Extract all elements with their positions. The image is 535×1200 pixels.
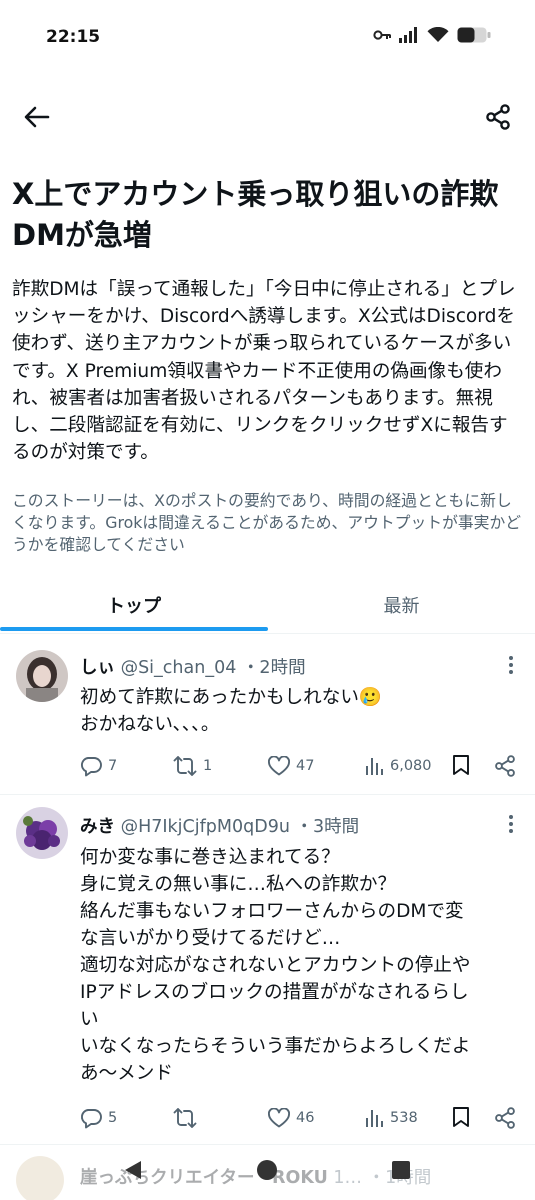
username[interactable]: @H7IkjCjfpM0qD9u (121, 817, 290, 837)
reply-button[interactable]: 7 (80, 752, 117, 780)
views-button[interactable]: 6,080 (364, 752, 432, 780)
arrow-left-icon (24, 106, 50, 128)
battery-icon (457, 27, 491, 43)
post-text-line: 絡んだ事もないフォロワーさんからのDMで変 (80, 901, 464, 922)
display-name[interactable]: みき (80, 817, 115, 837)
status-time: 22:15 (46, 27, 101, 47)
heart-icon (268, 1108, 290, 1128)
like-count: 47 (296, 758, 315, 774)
repost-button[interactable]: 1 (173, 752, 212, 780)
key-icon (373, 30, 391, 40)
story-summary: 詐欺DMは「誤って通報した」「今日中に停止される」とプレッシャーをかけ、Disc… (12, 279, 516, 464)
status-bar: 22:15 (0, 0, 535, 80)
post-time: ・2時間 (241, 658, 306, 678)
post-text-line: な言いがかり受けてるだけど… (80, 928, 341, 949)
post-actions: 7 1 47 6,080 (80, 752, 525, 780)
like-button[interactable]: 46 (268, 1104, 314, 1132)
heart-icon (268, 756, 290, 776)
status-icons (373, 27, 491, 43)
view-count: 6,080 (390, 758, 432, 774)
triangle-back-icon (125, 1161, 141, 1179)
more-options-icon[interactable] (507, 654, 515, 676)
nav-home-button[interactable] (255, 1158, 279, 1182)
avatar[interactable] (16, 807, 68, 859)
views-button[interactable]: 538 (364, 1104, 418, 1132)
more-options-icon[interactable] (507, 813, 515, 835)
circle-home-icon (257, 1160, 277, 1180)
post-text-line: IPアドレスのブロックの措置ががなされるらし (80, 982, 469, 1003)
reply-icon (80, 757, 102, 777)
repost-icon (173, 756, 197, 776)
views-chart-icon (366, 758, 383, 775)
reply-button[interactable]: 5 (80, 1104, 117, 1132)
active-tab-indicator (0, 627, 268, 631)
avatar[interactable] (16, 650, 68, 702)
share-button[interactable] (483, 102, 513, 132)
like-count: 46 (296, 1110, 315, 1126)
back-button[interactable] (22, 102, 52, 132)
post-actions: 5 46 538 (80, 1104, 525, 1132)
tab-bar: トップ 最新 (0, 580, 535, 634)
nav-back-button[interactable] (121, 1158, 145, 1182)
post-text-line: い (80, 1009, 99, 1030)
reply-icon (80, 1109, 102, 1129)
repost-button[interactable] (173, 1104, 203, 1132)
share-icon (486, 104, 510, 130)
square-recents-icon (392, 1161, 410, 1179)
wifi-icon (427, 27, 449, 42)
share-icon[interactable] (493, 1106, 517, 1130)
repost-count: 1 (203, 758, 213, 774)
post-text-line: 初めて詐欺にあったかもしれない🥲 (80, 687, 383, 708)
post-text: 初めて詐欺にあったかもしれない🥲 おかねない､､､。 (80, 684, 520, 738)
story-title: X上でアカウント乗っ取り狙いの詐欺DMが急増 (12, 177, 499, 252)
nav-recents-button[interactable] (389, 1158, 413, 1182)
views-chart-icon (366, 1110, 383, 1127)
post-text-line: 身に覚えの無い事に…私への詐欺か？ (80, 874, 397, 895)
share-icon[interactable] (493, 754, 517, 778)
post-item[interactable]: しぃ @Si_chan_04 ・2時間 初めて詐欺にあったかもしれない🥲 おかね… (0, 634, 535, 794)
bookmark-icon[interactable] (452, 1106, 470, 1128)
post-text-line: 何か変な事に巻き込まれてる？ (80, 847, 340, 868)
post-text-line: あ〜メンド (80, 1063, 173, 1084)
reply-count: 7 (108, 758, 118, 774)
tab-latest[interactable]: 最新 (268, 580, 535, 630)
post-item[interactable]: みき @H7IkjCjfpM0qD9u ・3時間 何か変な事に巻き込まれてる？ … (0, 795, 535, 1145)
post-text-line: 適切な対応がなされないとアカウントの停止や (80, 955, 471, 976)
post-time: ・3時間 (295, 817, 360, 837)
reply-count: 5 (108, 1110, 118, 1126)
cellular-signal-icon (399, 27, 417, 43)
post-header: しぃ @Si_chan_04 ・2時間 (80, 654, 306, 679)
view-count: 538 (390, 1110, 418, 1126)
post-text-line: いなくなったらそういう事だからよろしくだよ (80, 1036, 471, 1057)
post-text: 何か変な事に巻き込まれてる？ 身に覚えの無い事に…私への詐欺か？ 絡んだ事もない… (80, 844, 520, 1087)
repost-icon (173, 1108, 197, 1128)
bookmark-icon[interactable] (452, 754, 470, 776)
tab-top[interactable]: トップ (0, 580, 268, 630)
grok-disclaimer: このストーリーは、Xのポストの要約であり、時間の経過とともに新しくなります。Gr… (12, 491, 522, 554)
username[interactable]: @Si_chan_04 (121, 658, 237, 678)
post-text-line: おかねない､､､。 (80, 714, 220, 735)
like-button[interactable]: 47 (268, 752, 314, 780)
display-name[interactable]: しぃ (80, 658, 115, 678)
post-header: みき @H7IkjCjfpM0qD9u ・3時間 (80, 813, 359, 838)
